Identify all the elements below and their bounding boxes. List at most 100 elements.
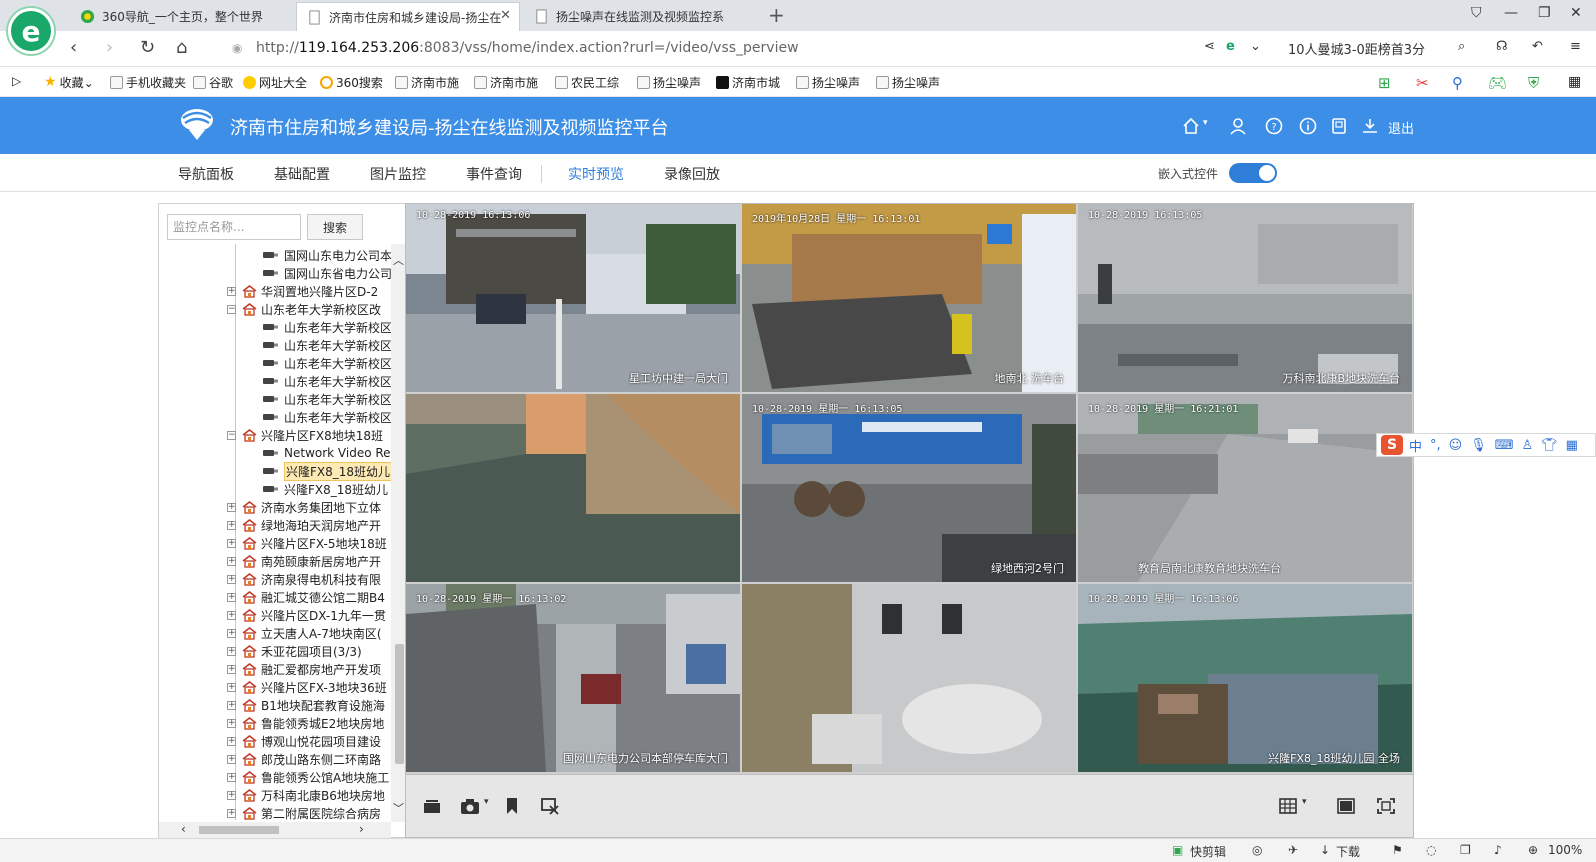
tree-site-item[interactable]: + 郎茂山路东侧二环南路 (227, 750, 381, 768)
tab-navigation-panel[interactable]: 导航面板 (178, 164, 234, 184)
expand-icon[interactable]: + (227, 736, 236, 746)
tree-horizontal-scrollbar[interactable]: ‹ › (159, 822, 391, 838)
logout-button[interactable]: 退出 (1388, 118, 1414, 137)
360-browser-logo[interactable]: e (8, 8, 54, 54)
zoom-level[interactable]: 100% (1548, 843, 1582, 857)
scroll-right-icon[interactable]: › (359, 822, 364, 836)
news-ticker[interactable]: 10人曼城3-0距榜首3分 (1288, 39, 1425, 58)
kuaijianji-button[interactable]: 快剪辑 (1190, 843, 1226, 860)
headphone-icon[interactable]: ☊ (1496, 39, 1508, 54)
tree-site-item[interactable]: + 济南泉得电机科技有限 (227, 570, 381, 588)
expand-icon[interactable]: + (227, 574, 236, 584)
sidebar-toggle-icon[interactable]: ▷ (12, 74, 21, 88)
tab-close-icon[interactable]: ✕ (500, 8, 511, 23)
tree-site-item[interactable]: + 兴隆片区FX-5地块18班 (227, 534, 387, 552)
flag-icon[interactable]: ⚑ (1392, 843, 1403, 857)
tree-site-item[interactable]: + 南苑颐康新居房地产开 (227, 552, 381, 570)
tree-camera-item[interactable]: 国网山东电力公司本 (263, 246, 391, 264)
expand-icon[interactable]: + (227, 502, 236, 512)
video-cell[interactable]: 10-28-2019 16:13:05 万科南北康B地块洗车台 (1078, 204, 1412, 392)
forward-icon[interactable]: › (106, 37, 113, 58)
tab-playback[interactable]: 录像回放 (664, 164, 720, 184)
tools-icon[interactable]: ✈ (1288, 843, 1298, 857)
tree-camera-item[interactable]: 兴隆FX8_18班幼儿 (263, 461, 391, 481)
expand-icon[interactable]: + (227, 772, 236, 782)
bookmark-item[interactable]: 扬尘噪声 (637, 74, 701, 91)
expand-icon[interactable]: + (227, 610, 236, 620)
user-icon[interactable] (1229, 117, 1247, 135)
speed-icon[interactable]: ◎ (1252, 843, 1262, 857)
refresh-icon[interactable]: ↻ (140, 37, 155, 58)
video-cell[interactable]: 10-28-2019 星期一 16:13:05 绿地西河2号门 (742, 394, 1076, 582)
expand-icon[interactable]: + (227, 754, 236, 764)
tree-site-item[interactable]: + 博观山悦花园项目建设 (227, 732, 381, 750)
bookmark-icon[interactable] (502, 797, 522, 815)
bookmark-item[interactable]: 网址大全 (243, 74, 307, 91)
expand-icon[interactable]: + (227, 592, 236, 602)
download-icon[interactable]: ↓ (1320, 843, 1330, 857)
expand-icon[interactable]: + (227, 520, 236, 530)
tree-camera-item[interactable]: Network Video Re (263, 444, 391, 462)
keyboard-icon[interactable]: ⌨ (1495, 438, 1514, 453)
magnifier-icon[interactable]: ⚲ (1452, 74, 1463, 92)
grid-apps-icon[interactable]: ▦ (1568, 74, 1581, 90)
tree-site-item[interactable]: + 立天唐人A-7地块南区( (227, 624, 382, 642)
expand-icon[interactable]: + (227, 808, 236, 818)
single-view-icon[interactable] (1336, 797, 1356, 815)
video-cell[interactable]: 10-28-2019 星期一 16:13:02 国网山东电力公司本部停车库大门 (406, 584, 740, 772)
bookmark-item[interactable]: 农民工综 (555, 74, 619, 91)
expand-icon[interactable]: + (227, 628, 236, 638)
fullscreen-icon[interactable] (1376, 797, 1396, 815)
bookmark-item[interactable]: 手机收藏夹 (110, 74, 186, 91)
tree-site-item[interactable]: + 万科南北康B6地块房地 (227, 786, 385, 804)
home-icon[interactable]: ⌂ (176, 37, 187, 58)
tree-site-item[interactable]: + 兴隆片区DX-1九年一贯 (227, 606, 386, 624)
cleanup-icon[interactable]: ◌ (1426, 843, 1436, 857)
tree-site-item[interactable]: + 济南水务集团地下立体 (227, 498, 381, 516)
tree-site-item[interactable]: + 融汇爱都房地产开发项 (227, 660, 381, 678)
site-info-icon[interactable]: ◉ (232, 41, 242, 55)
shield-icon[interactable]: ⛨ (1528, 74, 1539, 92)
tree-site-item[interactable]: − 山东老年大学新校区改 (227, 300, 381, 318)
minimize-button[interactable]: — (1504, 5, 1518, 21)
tree-site-item[interactable]: − 兴隆片区FX8地块18班 (227, 426, 383, 444)
expand-icon[interactable]: + (227, 286, 236, 296)
bookmark-item[interactable]: 扬尘噪声 (796, 74, 860, 91)
user-group-icon[interactable]: ♙ (1522, 438, 1534, 453)
monitor-search-input[interactable] (167, 214, 301, 240)
punctuation-icon[interactable]: °, (1430, 438, 1441, 453)
menu-icon[interactable]: ≡ (1570, 39, 1581, 54)
scissors-icon[interactable]: ✂ (1416, 74, 1429, 92)
help-icon[interactable]: ? (1265, 117, 1283, 135)
scroll-thumb[interactable] (395, 644, 404, 764)
sound-icon[interactable]: ♪ (1494, 843, 1502, 857)
close-all-windows-icon[interactable] (540, 797, 560, 815)
browser-tab-third[interactable]: 扬尘噪声在线监测及视频监控系 (524, 2, 760, 31)
camera-snapshot-icon[interactable] (460, 797, 480, 815)
search-button[interactable]: 搜索 (307, 214, 363, 240)
tablet-icon[interactable] (1330, 117, 1348, 135)
close-window-button[interactable]: ✕ (1570, 5, 1582, 21)
tshirt-icon[interactable]: ⛉ (1471, 5, 1482, 21)
video-cell[interactable]: 10-28-2019 星期一 16:21:01 教育局南北康教育地块洗车台 (1078, 394, 1412, 582)
bookmark-item[interactable]: 济南市城 (716, 74, 780, 91)
collapse-icon[interactable]: − (227, 304, 236, 314)
tree-site-item[interactable]: + 鲁能领秀公馆A地块施工 (227, 768, 389, 786)
home-icon[interactable] (1182, 117, 1200, 135)
bookmark-item[interactable]: 扬尘噪声 (876, 74, 940, 91)
ime-toolbar[interactable]: S 中 °, ☺ 🎙︎ ⌨ ♙ 👕︎ ▦ (1376, 433, 1596, 457)
search-icon[interactable]: ⌕ (1458, 39, 1465, 54)
scroll-up-icon[interactable]: ︿ (393, 252, 404, 268)
expand-icon[interactable]: + (227, 790, 236, 800)
tree-camera-item[interactable]: 山东老年大学新校区 (263, 318, 391, 336)
tree-camera-item[interactable]: 山东老年大学新校区 (263, 372, 391, 390)
expand-icon[interactable]: + (227, 664, 236, 674)
download-button[interactable]: 下载 (1336, 843, 1360, 860)
tree-site-item[interactable]: + 兴隆片区FX-3地块36班 (227, 678, 387, 696)
grid-layout-icon[interactable] (1278, 797, 1298, 815)
tree-camera-item[interactable]: 山东老年大学新校区 (263, 336, 391, 354)
kuaijianji-icon[interactable]: ▣ (1172, 843, 1183, 857)
expand-icon[interactable]: + (227, 700, 236, 710)
tab-basic-config[interactable]: 基础配置 (274, 164, 330, 184)
skin-icon[interactable]: 👕︎ (1541, 438, 1558, 453)
